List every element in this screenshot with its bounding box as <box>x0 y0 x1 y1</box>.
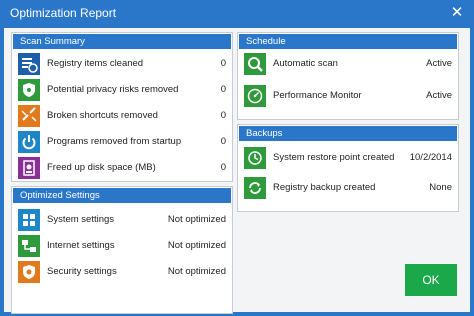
broken-shortcuts-row: Broken shortcuts removed 0 <box>18 105 226 127</box>
optimized-settings-panel: Optimized Settings System settings Not o… <box>11 186 233 314</box>
disk-space-row: Freed up disk space (MB) 0 <box>18 157 226 179</box>
windows-icon <box>18 209 40 231</box>
monitor-gauge-icon <box>244 85 266 107</box>
optimized-settings-header: Optimized Settings <box>13 188 231 203</box>
broken-shortcuts-value: 0 <box>220 110 226 121</box>
disk-space-label: Freed up disk space (MB) <box>47 162 156 173</box>
backups-header: Backups <box>239 126 457 141</box>
registry-backup-row: Registry backup created None <box>244 177 452 199</box>
security-settings-label: Security settings <box>47 266 117 277</box>
close-button[interactable]: ✕ <box>448 4 466 22</box>
system-settings-row: System settings Not optimized <box>18 209 226 231</box>
broken-shortcut-icon <box>18 105 40 127</box>
title-bar: Optimization Report ✕ <box>0 0 474 28</box>
privacy-risks-row: Potential privacy risks removed 0 <box>18 79 226 101</box>
window-title: Optimization Report <box>10 6 117 20</box>
restore-point-value: 10/2/2014 <box>409 152 452 163</box>
broken-shortcuts-label: Broken shortcuts removed <box>47 110 158 121</box>
automatic-scan-row: Automatic scan Active <box>244 53 452 75</box>
ok-button[interactable]: OK <box>405 264 457 296</box>
schedule-header: Schedule <box>239 34 457 49</box>
system-settings-value: Not optimized <box>167 214 226 225</box>
registry-icon <box>18 53 40 75</box>
automatic-scan-label: Automatic scan <box>273 58 338 69</box>
dialog-body: Scan Summary Registry items cleaned 0 Po… <box>4 28 470 314</box>
automatic-scan-value: Active <box>426 58 452 69</box>
internet-settings-value: Not optimized <box>167 240 226 251</box>
startup-programs-label: Programs removed from startup <box>47 136 182 147</box>
security-gear-icon <box>18 261 40 283</box>
privacy-shield-icon <box>18 79 40 101</box>
backups-panel: Backups System restore point created 10/… <box>237 124 459 212</box>
startup-programs-value: 0 <box>220 136 226 147</box>
scan-summary-panel: Scan Summary Registry items cleaned 0 Po… <box>11 32 233 182</box>
security-settings-value: Not optimized <box>167 266 226 277</box>
scan-summary-header: Scan Summary <box>13 34 231 49</box>
registry-items-value: 0 <box>220 58 226 69</box>
restore-point-label: System restore point created <box>273 152 395 163</box>
performance-monitor-value: Active <box>426 90 452 101</box>
disk-space-value: 0 <box>220 162 226 173</box>
schedule-panel: Schedule Automatic scan Active Performan… <box>237 32 459 120</box>
network-icon <box>18 235 40 257</box>
disk-icon <box>18 157 40 179</box>
registry-backup-label: Registry backup created <box>273 182 376 193</box>
internet-settings-row: Internet settings Not optimized <box>18 235 226 257</box>
security-settings-row: Security settings Not optimized <box>18 261 226 283</box>
performance-monitor-row: Performance Monitor Active <box>244 85 452 107</box>
registry-items-label: Registry items cleaned <box>47 58 144 69</box>
registry-backup-value: None <box>429 182 452 193</box>
performance-monitor-label: Performance Monitor <box>273 90 362 101</box>
system-settings-label: System settings <box>47 214 115 225</box>
registry-backup-icon <box>244 177 266 199</box>
privacy-risks-label: Potential privacy risks removed <box>47 84 179 95</box>
scan-icon <box>244 53 266 75</box>
internet-settings-label: Internet settings <box>47 240 115 251</box>
restore-point-icon <box>244 147 266 169</box>
registry-items-row: Registry items cleaned 0 <box>18 53 226 75</box>
privacy-risks-value: 0 <box>220 84 226 95</box>
startup-programs-row: Programs removed from startup 0 <box>18 131 226 153</box>
restore-point-row: System restore point created 10/2/2014 <box>244 147 452 169</box>
power-icon <box>18 131 40 153</box>
